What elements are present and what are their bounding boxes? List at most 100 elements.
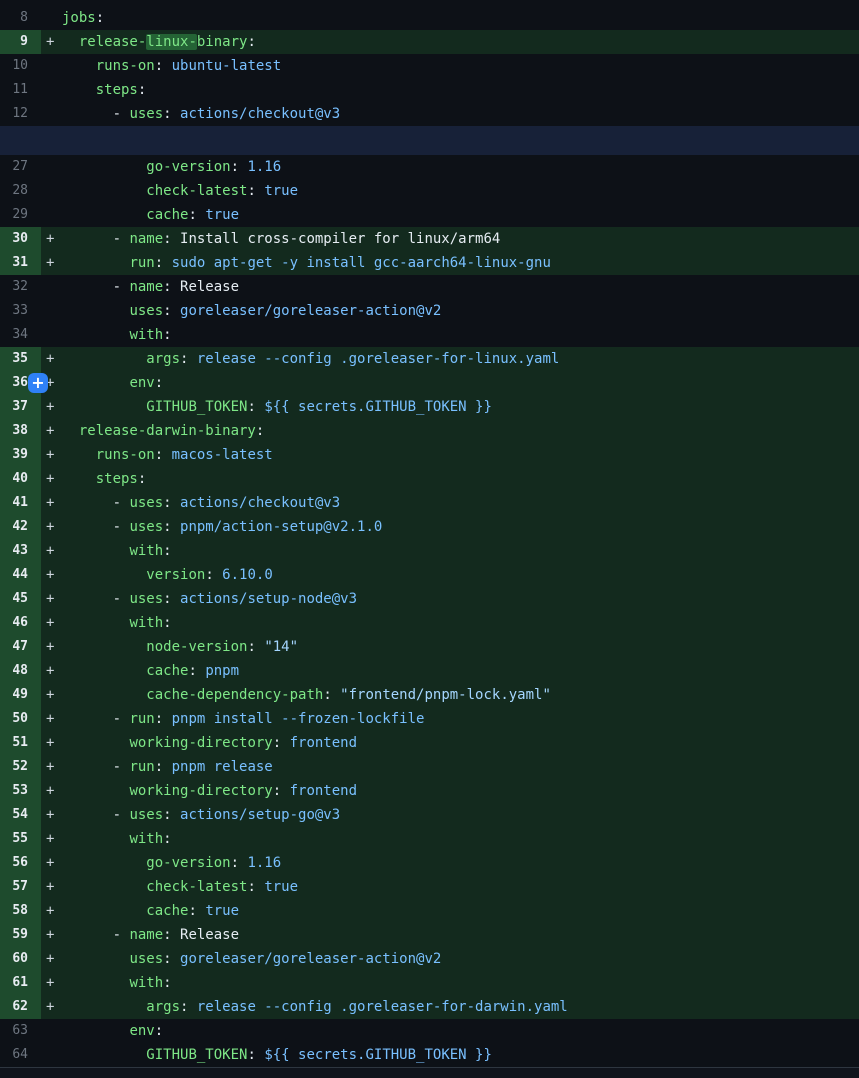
line-number[interactable]: 35 <box>0 347 41 371</box>
line-number[interactable]: 41 <box>0 491 41 515</box>
line-number[interactable]: 44 <box>0 563 41 587</box>
line-number[interactable]: 27 <box>0 155 41 179</box>
code-cell: cache: true <box>41 203 859 227</box>
diff-row: 28 check-latest: true <box>0 179 859 203</box>
line-number[interactable]: 46 <box>0 611 41 635</box>
code-line-text: - name: Release <box>62 923 239 947</box>
diff-marker: + <box>41 515 62 539</box>
code-line-text: release-linux-binary: <box>62 30 256 54</box>
line-number[interactable]: 31 <box>0 251 41 275</box>
line-number[interactable]: 33 <box>0 299 41 323</box>
line-number[interactable]: 52 <box>0 755 41 779</box>
line-number[interactable]: 58 <box>0 899 41 923</box>
code-line-text: cache: true <box>62 899 239 923</box>
line-number[interactable]: 9 <box>0 30 41 54</box>
line-number[interactable]: 60 <box>0 947 41 971</box>
line-number[interactable]: 10 <box>0 54 41 78</box>
diff-row: 51+ working-directory: frontend <box>0 731 859 755</box>
code-line-text: cache-dependency-path: "frontend/pnpm-lo… <box>62 683 551 707</box>
code-line-text: jobs: <box>62 6 104 30</box>
line-number[interactable]: 43 <box>0 539 41 563</box>
diff-row: 46+ with: <box>0 611 859 635</box>
code-line-text: with: <box>62 827 172 851</box>
line-number[interactable]: 48 <box>0 659 41 683</box>
code-line-text: release-darwin-binary: <box>62 419 264 443</box>
line-number[interactable]: 29 <box>0 203 41 227</box>
diff-marker: + <box>41 899 62 923</box>
code-line-text: with: <box>62 323 172 347</box>
diff-marker <box>41 78 62 102</box>
diff-marker: + <box>41 587 62 611</box>
diff-marker: + <box>41 467 62 491</box>
diff-row: 41+ - uses: actions/checkout@v3 <box>0 491 859 515</box>
line-number[interactable]: 47 <box>0 635 41 659</box>
line-number[interactable]: 64 <box>0 1043 41 1067</box>
code-line-text: - uses: actions/checkout@v3 <box>62 491 340 515</box>
line-number[interactable]: 34 <box>0 323 41 347</box>
line-number[interactable]: 55 <box>0 827 41 851</box>
diff-row: 10 runs-on: ubuntu-latest <box>0 54 859 78</box>
line-number[interactable]: 62 <box>0 995 41 1019</box>
line-number[interactable]: 38 <box>0 419 41 443</box>
code-cell: + - run: pnpm install --frozen-lockfile <box>41 707 859 731</box>
diff-row: 48+ cache: pnpm <box>0 659 859 683</box>
code-line-text: run: sudo apt-get -y install gcc-aarch64… <box>62 251 551 275</box>
diff-marker: + <box>41 251 62 275</box>
diff-row: 32 - name: Release <box>0 275 859 299</box>
line-number[interactable]: 45 <box>0 587 41 611</box>
code-cell: + check-latest: true <box>41 875 859 899</box>
line-number[interactable]: 42 <box>0 515 41 539</box>
code-cell: + steps: <box>41 467 859 491</box>
code-line-text: steps: <box>62 467 146 491</box>
diff-marker: + <box>41 419 62 443</box>
code-cell: + uses: goreleaser/goreleaser-action@v2 <box>41 947 859 971</box>
code-cell: jobs: <box>41 6 859 30</box>
code-cell: check-latest: true <box>41 179 859 203</box>
code-cell: + run: sudo apt-get -y install gcc-aarch… <box>41 251 859 275</box>
code-line-text: cache: true <box>62 203 239 227</box>
code-line-text: - uses: actions/setup-go@v3 <box>62 803 340 827</box>
line-number[interactable]: 30 <box>0 227 41 251</box>
line-number[interactable]: 56 <box>0 851 41 875</box>
line-number[interactable]: 54 <box>0 803 41 827</box>
line-number[interactable]: 61 <box>0 971 41 995</box>
code-cell: + with: <box>41 611 859 635</box>
diff-marker <box>41 102 62 126</box>
expand-hidden-lines-band[interactable] <box>0 126 859 155</box>
line-number[interactable]: 11 <box>0 78 41 102</box>
code-cell: + - name: Release <box>41 923 859 947</box>
line-number[interactable]: 8 <box>0 6 41 30</box>
code-cell: steps: <box>41 78 859 102</box>
line-number[interactable]: 59 <box>0 923 41 947</box>
code-cell: + cache: pnpm <box>41 659 859 683</box>
diff-row: 37+ GITHUB_TOKEN: ${{ secrets.GITHUB_TOK… <box>0 395 859 419</box>
line-number[interactable]: 57 <box>0 875 41 899</box>
diff-marker: + <box>41 443 62 467</box>
line-number[interactable]: 37 <box>0 395 41 419</box>
line-number[interactable]: 51 <box>0 731 41 755</box>
code-line-text: node-version: "14" <box>62 635 298 659</box>
line-number[interactable]: 63 <box>0 1019 41 1043</box>
code-cell: + runs-on: macos-latest <box>41 443 859 467</box>
line-number[interactable]: 53 <box>0 779 41 803</box>
line-number[interactable]: 49 <box>0 683 41 707</box>
line-number[interactable]: 40 <box>0 467 41 491</box>
line-number[interactable]: 32 <box>0 275 41 299</box>
code-line-text: GITHUB_TOKEN: ${{ secrets.GITHUB_TOKEN }… <box>62 395 492 419</box>
line-number[interactable]: 50 <box>0 707 41 731</box>
diff-row: 34 with: <box>0 323 859 347</box>
code-cell: + - run: pnpm release <box>41 755 859 779</box>
add-comment-button[interactable]: + <box>28 373 48 393</box>
diff-marker: + <box>41 755 62 779</box>
code-line-text: steps: <box>62 78 146 102</box>
code-cell: + cache: true <box>41 899 859 923</box>
line-number[interactable]: 12 <box>0 102 41 126</box>
diff-marker <box>41 54 62 78</box>
line-number[interactable]: 39 <box>0 443 41 467</box>
code-cell: - name: Release <box>41 275 859 299</box>
code-cell: + version: 6.10.0 <box>41 563 859 587</box>
code-cell: go-version: 1.16 <box>41 155 859 179</box>
code-line-text: args: release --config .goreleaser-for-d… <box>62 995 568 1019</box>
line-number[interactable]: 28 <box>0 179 41 203</box>
diff-row: 54+ - uses: actions/setup-go@v3 <box>0 803 859 827</box>
